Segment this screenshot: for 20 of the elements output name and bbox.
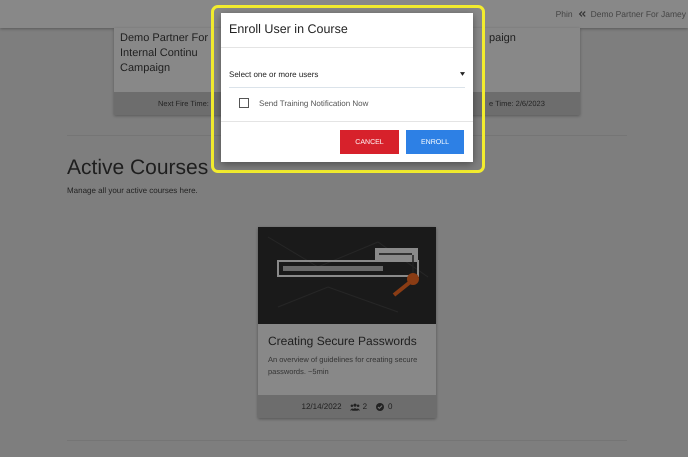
- user-select[interactable]: Select one or more users: [229, 70, 465, 88]
- course-title: Creating Secure Passwords: [268, 334, 418, 348]
- check-circle-icon: [375, 402, 386, 410]
- user-name[interactable]: Phin: [556, 9, 573, 19]
- section-title: Active Courses: [67, 156, 210, 180]
- checkbox-label: Send Training Notification Now: [259, 98, 368, 108]
- campaign-title: Demo Partner For: [120, 31, 208, 46]
- campaign-title: Internal Continu: [120, 46, 198, 61]
- campaign-title: paign: [489, 31, 516, 46]
- completed-count: 0: [388, 402, 392, 411]
- users-icon: [350, 402, 360, 410]
- account-name[interactable]: Demo Partner For Jamey: [590, 9, 686, 19]
- section-subtitle: Manage all your active courses here.: [67, 186, 199, 195]
- checkbox[interactable]: [239, 98, 249, 108]
- caret-icon: [460, 72, 465, 76]
- course-date: 12/14/2022: [302, 402, 342, 411]
- dialog-title: Enroll User in Course: [221, 13, 473, 48]
- enrolled-count: 2: [362, 402, 368, 411]
- double-chevron-icon[interactable]: [578, 10, 586, 18]
- campaign-title: Campaign: [120, 61, 170, 76]
